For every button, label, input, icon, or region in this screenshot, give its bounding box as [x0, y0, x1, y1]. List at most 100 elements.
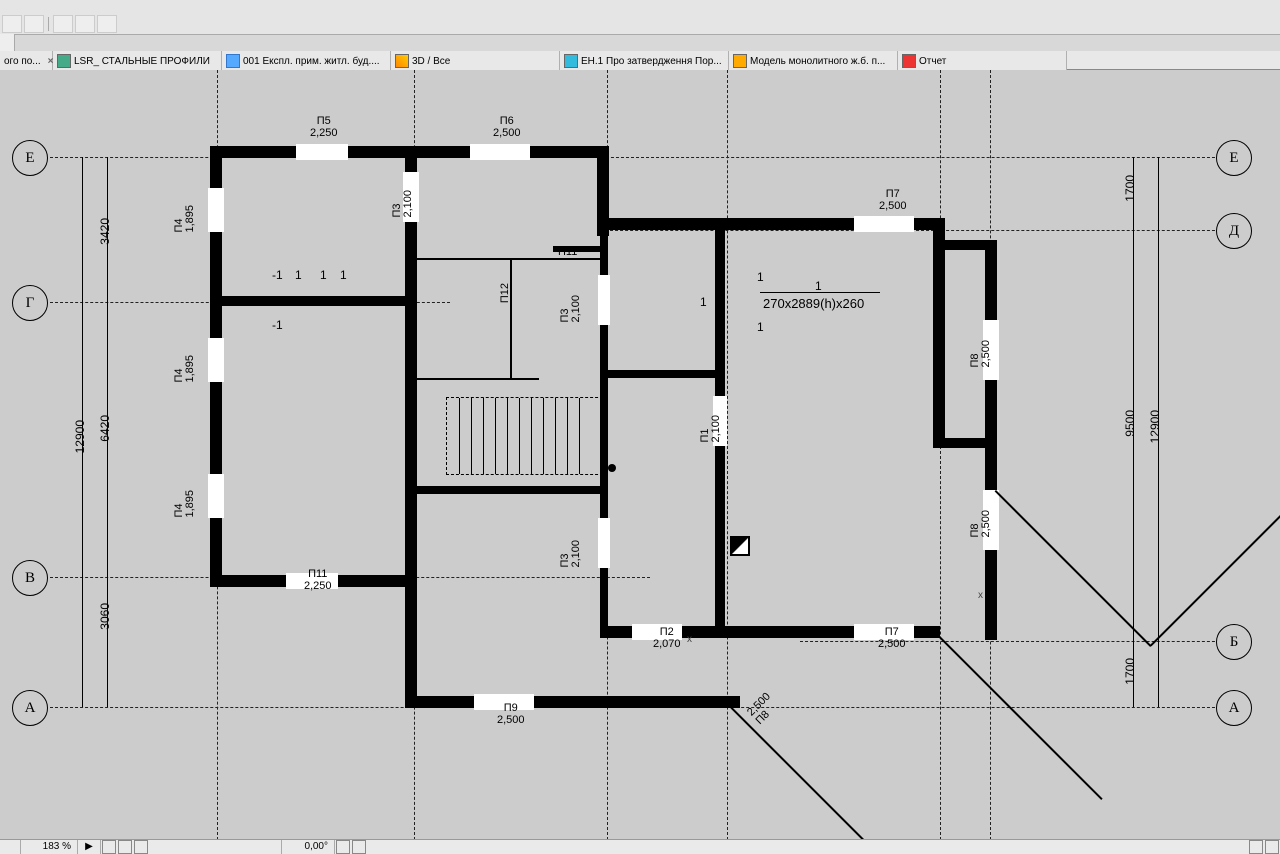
wall: [933, 438, 993, 448]
grid-v4: [727, 70, 728, 840]
section-mark: 1: [815, 279, 822, 293]
tab-label: ЕН.1 Про затвердження Пор...: [581, 56, 722, 67]
tab-1[interactable]: LSR_ СТАЛЬНЫЕ ПРОФИЛИ: [53, 51, 222, 70]
lintel-label: П82,500: [970, 510, 992, 538]
axis-bubble-Б: Б: [1216, 624, 1252, 660]
section-mark: -1: [272, 268, 283, 282]
dim-text: 1700: [1123, 658, 1137, 685]
tab-label: Модель монолитного ж.б. п...: [750, 56, 885, 67]
report-icon: [902, 54, 916, 68]
axis-bubble-Г: Г: [12, 285, 48, 321]
lintel-label: П32,100: [392, 190, 414, 218]
section-mark: 1: [340, 268, 347, 282]
stair-dot-icon: [608, 464, 616, 472]
zoom-value[interactable]: 183 %: [21, 840, 78, 854]
grid-icon[interactable]: [352, 840, 366, 854]
hatch-icon: [730, 536, 750, 556]
dim-text: 1700: [1123, 175, 1137, 202]
tab-0[interactable]: ого по...×: [0, 51, 53, 70]
3d-icon: [395, 54, 409, 68]
dim-text: 3060: [98, 603, 112, 630]
tool-icon[interactable]: [75, 15, 95, 33]
lintel-label: П11: [558, 246, 577, 258]
dim-text: 3420: [98, 218, 112, 245]
lintel-label: П112,250: [304, 568, 332, 592]
axis-bubble-Е: Е: [1216, 140, 1252, 176]
section-mark: 1: [757, 320, 764, 334]
lintel-label: П62,500: [493, 115, 521, 139]
zoom-in-icon[interactable]: [118, 840, 132, 854]
section-mark: 1: [295, 268, 302, 282]
tool-icon[interactable]: [24, 15, 44, 33]
section-mark: 1: [700, 295, 707, 309]
wall: [405, 146, 417, 706]
status-icon[interactable]: [1265, 840, 1279, 854]
lintel-label: П12: [500, 283, 511, 303]
tab-2[interactable]: 001 Експл. прим. житл. буд....: [222, 51, 391, 70]
lintel-label: П82,500: [970, 340, 992, 368]
axis-bubble-Е: Е: [12, 140, 48, 176]
section-mark: -1: [272, 318, 283, 332]
wall: [222, 296, 410, 306]
opening: [296, 144, 348, 160]
wall: [933, 240, 993, 250]
tab-4[interactable]: ЕН.1 Про затвердження Пор...: [560, 51, 729, 70]
wall-thin: [417, 378, 539, 380]
lintel-label: П72,500: [879, 188, 907, 212]
tab-label: 001 Експл. прим. житл. буд....: [243, 56, 380, 67]
axis-bubble-Д: Д: [1216, 213, 1252, 249]
dim-text: 12900: [73, 420, 87, 453]
doc-icon: [564, 54, 578, 68]
status-icon[interactable]: [1249, 840, 1263, 854]
axis-bubble-А: А: [1216, 690, 1252, 726]
dim-text: 9500: [1123, 410, 1137, 437]
drawing-canvas[interactable]: ЕГВА ЕДБА -1 1 1 1 -1 1 1 1 1 270x2889(h…: [0, 70, 1280, 840]
wall: [600, 370, 720, 378]
model-icon: [733, 54, 747, 68]
tab-label: Отчет: [919, 56, 946, 67]
opening-dims: 270x2889(h)x260: [763, 296, 864, 311]
marker-x: x: [978, 590, 983, 601]
tab-6[interactable]: Отчет: [898, 51, 1067, 70]
wall-diag: [939, 636, 1103, 800]
separator-icon: [48, 17, 49, 31]
stair: [446, 397, 608, 475]
zoom-menu[interactable]: ▶: [78, 840, 101, 854]
plan-icon: [226, 54, 240, 68]
angle-value: 0,00°: [282, 840, 335, 854]
status-cell: [0, 840, 21, 854]
tab-label: LSR_ СТАЛЬНЫЕ ПРОФИЛИ: [74, 56, 210, 67]
grid-v5: [940, 70, 941, 840]
wall: [405, 696, 740, 708]
tool-icon[interactable]: [97, 15, 117, 33]
lintel-label: П72,500: [878, 626, 906, 650]
leader-line: [760, 292, 880, 293]
lintel-label: П41,895: [174, 205, 196, 233]
lintel-label: П41,895: [174, 490, 196, 518]
tab-label: ого по...: [4, 56, 41, 67]
tab-3[interactable]: 3D / Все: [391, 51, 560, 70]
tool-icon[interactable]: [2, 15, 22, 33]
opening: [470, 144, 530, 160]
wall-thin: [510, 258, 512, 380]
wall: [933, 218, 945, 448]
axis-line-d: [600, 230, 1230, 231]
floor-plan: ЕГВА ЕДБА -1 1 1 1 -1 1 1 1 1 270x2889(h…: [0, 70, 1280, 840]
tab-5[interactable]: Модель монолитного ж.б. п...: [729, 51, 898, 70]
zoom-out-icon[interactable]: [134, 840, 148, 854]
opening: [598, 518, 610, 568]
lintel-label: П41,895: [174, 355, 196, 383]
section-mark: 1: [320, 268, 327, 282]
wall-diag: [995, 490, 1152, 647]
opening: [598, 275, 610, 325]
axis-bubble-В: В: [12, 560, 48, 596]
toolbar: [0, 14, 1280, 35]
tool-icon[interactable]: [53, 15, 73, 33]
library-icon: [57, 54, 71, 68]
axis-line-b: [800, 641, 1230, 642]
zoom-extent-icon[interactable]: [102, 840, 116, 854]
dim-text: 12900: [1148, 410, 1162, 443]
tab-label: 3D / Все: [412, 56, 450, 67]
snap-icon[interactable]: [336, 840, 350, 854]
lintel-label: П22,070: [653, 626, 681, 650]
